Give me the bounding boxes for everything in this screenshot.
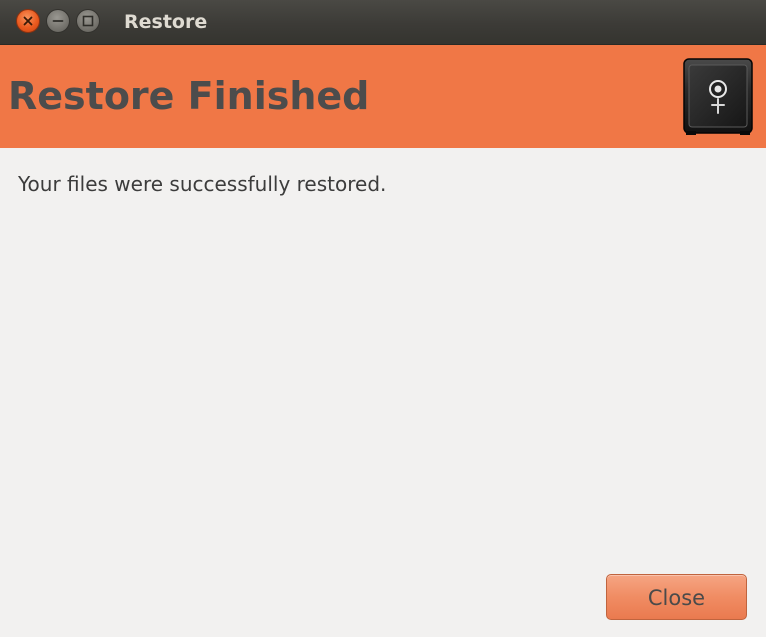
page-title: Restore Finished <box>8 74 370 118</box>
restore-dialog: Restore Restore Finished Your files were… <box>0 0 766 637</box>
status-message: Your files were successfully restored. <box>18 172 387 196</box>
close-button[interactable]: Close <box>606 574 747 620</box>
title-bar[interactable]: Restore <box>0 0 766 45</box>
window-minimize-button[interactable] <box>46 9 70 33</box>
close-icon <box>23 16 33 26</box>
minimize-icon <box>52 20 64 22</box>
safe-icon <box>683 58 753 135</box>
window-close-button[interactable] <box>16 9 40 33</box>
window-maximize-button[interactable] <box>76 9 100 33</box>
header-banner: Restore Finished <box>0 45 766 148</box>
window-title: Restore <box>124 11 208 33</box>
maximize-icon <box>82 15 94 27</box>
